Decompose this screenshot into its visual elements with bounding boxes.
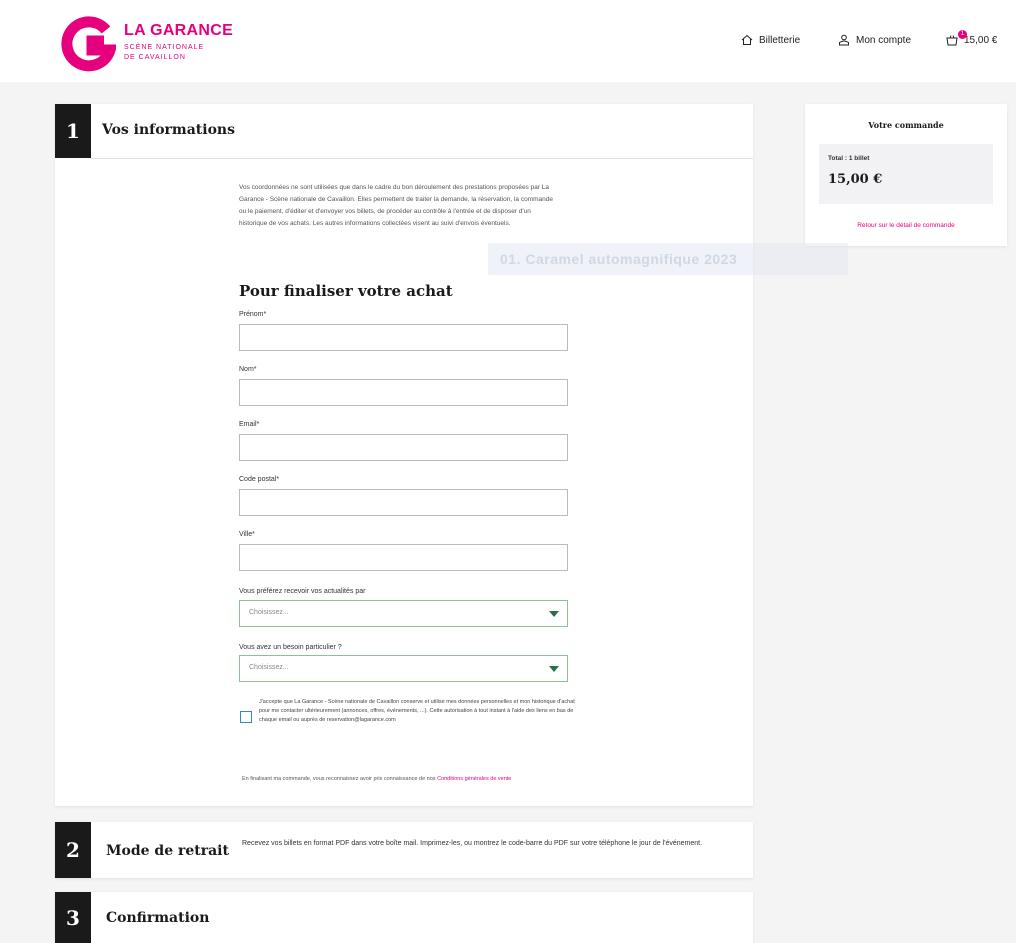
email-input[interactable] bbox=[239, 434, 568, 461]
step-1-divider bbox=[91, 158, 753, 159]
order-title: Votre commande bbox=[868, 120, 944, 130]
step-1-number: 1 bbox=[55, 104, 91, 158]
code-postal-label: Code postal* bbox=[239, 476, 280, 483]
consent-checkbox[interactable] bbox=[240, 711, 252, 723]
cgv-footnote-text: En finalisant ma commande, vous reconnai… bbox=[242, 776, 436, 782]
email-label: Email* bbox=[239, 421, 260, 428]
step-2-description: Recevez vos billets en format PDF dans v… bbox=[242, 840, 703, 847]
privacy-intro-text: Vos coordonnées ne sont utilisées que da… bbox=[239, 184, 553, 227]
besoin-select[interactable]: Choisissez... bbox=[239, 655, 568, 682]
order-detail-link[interactable]: Retour sur le détail de commande bbox=[805, 222, 1007, 229]
step-1-card: 1 Vos informations Vos coordonnées ne so… bbox=[55, 104, 753, 806]
nav-mon-compte-label: Mon compte bbox=[856, 34, 912, 46]
prenom-label: Prénom* bbox=[239, 311, 267, 318]
user-icon bbox=[839, 34, 849, 46]
nav-cart[interactable]: 1 15,00 € bbox=[946, 30, 998, 46]
news-preference-value: Choisissez... bbox=[249, 609, 289, 616]
nom-label: Nom* bbox=[239, 366, 257, 373]
step-2-title: Mode de retrait bbox=[106, 843, 229, 859]
basket-icon bbox=[946, 35, 958, 46]
site-header: LA GARANCE SCÈNE NATIONALE DE CAVAILLON … bbox=[0, 0, 1016, 82]
cart-count-badge: 1 bbox=[958, 30, 967, 39]
consent-text: J'accepte que La Garance - Scène nationa… bbox=[259, 699, 575, 723]
cgv-link[interactable]: Conditions générales de vente bbox=[437, 776, 511, 782]
order-summary: Votre commande Total : 1 billet 15,00 € … bbox=[805, 104, 1007, 246]
faded-event-text: 01. Caramel automagnifique 2023 bbox=[500, 251, 738, 267]
nav-mon-compte[interactable]: Mon compte bbox=[838, 34, 911, 46]
chevron-down-icon bbox=[549, 666, 559, 672]
besoin-label: Vous avez un besoin particulier ? bbox=[239, 644, 342, 651]
step-2-number: 2 bbox=[55, 822, 91, 878]
nav-billetterie-label: Billetterie bbox=[759, 34, 801, 46]
brand-block: LA GARANCE SCÈNE NATIONALE DE CAVAILLON bbox=[124, 22, 233, 63]
brand-subtitle-2: DE CAVAILLON bbox=[124, 54, 186, 61]
brand-title: LA GARANCE bbox=[124, 22, 234, 39]
news-preference-select[interactable]: Choisissez... bbox=[239, 600, 568, 627]
step-2-card: 2 Mode de retrait Recevez vos billets en… bbox=[55, 822, 753, 878]
step-3-card: 3 Confirmation bbox=[55, 892, 753, 943]
step-1-title: Vos informations bbox=[102, 122, 235, 138]
la-garance-logo[interactable] bbox=[60, 16, 116, 72]
faded-event-banner: 01. Caramel automagnifique 2023 bbox=[488, 243, 848, 275]
chevron-down-icon bbox=[549, 611, 559, 617]
order-total-amount: 15,00 € bbox=[828, 172, 883, 187]
news-preference-label: Vous préférez recevoir vos actualités pa… bbox=[239, 588, 366, 595]
besoin-value: Choisissez... bbox=[249, 664, 289, 671]
nom-input[interactable] bbox=[239, 379, 568, 406]
ville-input[interactable] bbox=[239, 544, 568, 571]
brand-subtitle-1: SCÈNE NATIONALE bbox=[124, 44, 205, 51]
cart-total: 15,00 € bbox=[964, 34, 998, 46]
nav-billetterie[interactable]: Billetterie bbox=[741, 34, 800, 46]
order-total-label: Total : 1 billet bbox=[828, 155, 870, 162]
form-title: Pour finaliser votre achat bbox=[239, 282, 453, 300]
step-3-number: 3 bbox=[55, 892, 91, 943]
ville-label: Ville* bbox=[239, 531, 255, 538]
step-3-title: Confirmation bbox=[106, 910, 210, 926]
cgv-footnote: En finalisant ma commande, vous reconnai… bbox=[242, 776, 511, 782]
order-total-box: Total : 1 billet 15,00 € bbox=[819, 144, 993, 204]
home-icon bbox=[741, 34, 753, 45]
code-postal-input[interactable] bbox=[239, 489, 568, 516]
prenom-input[interactable] bbox=[239, 324, 568, 351]
